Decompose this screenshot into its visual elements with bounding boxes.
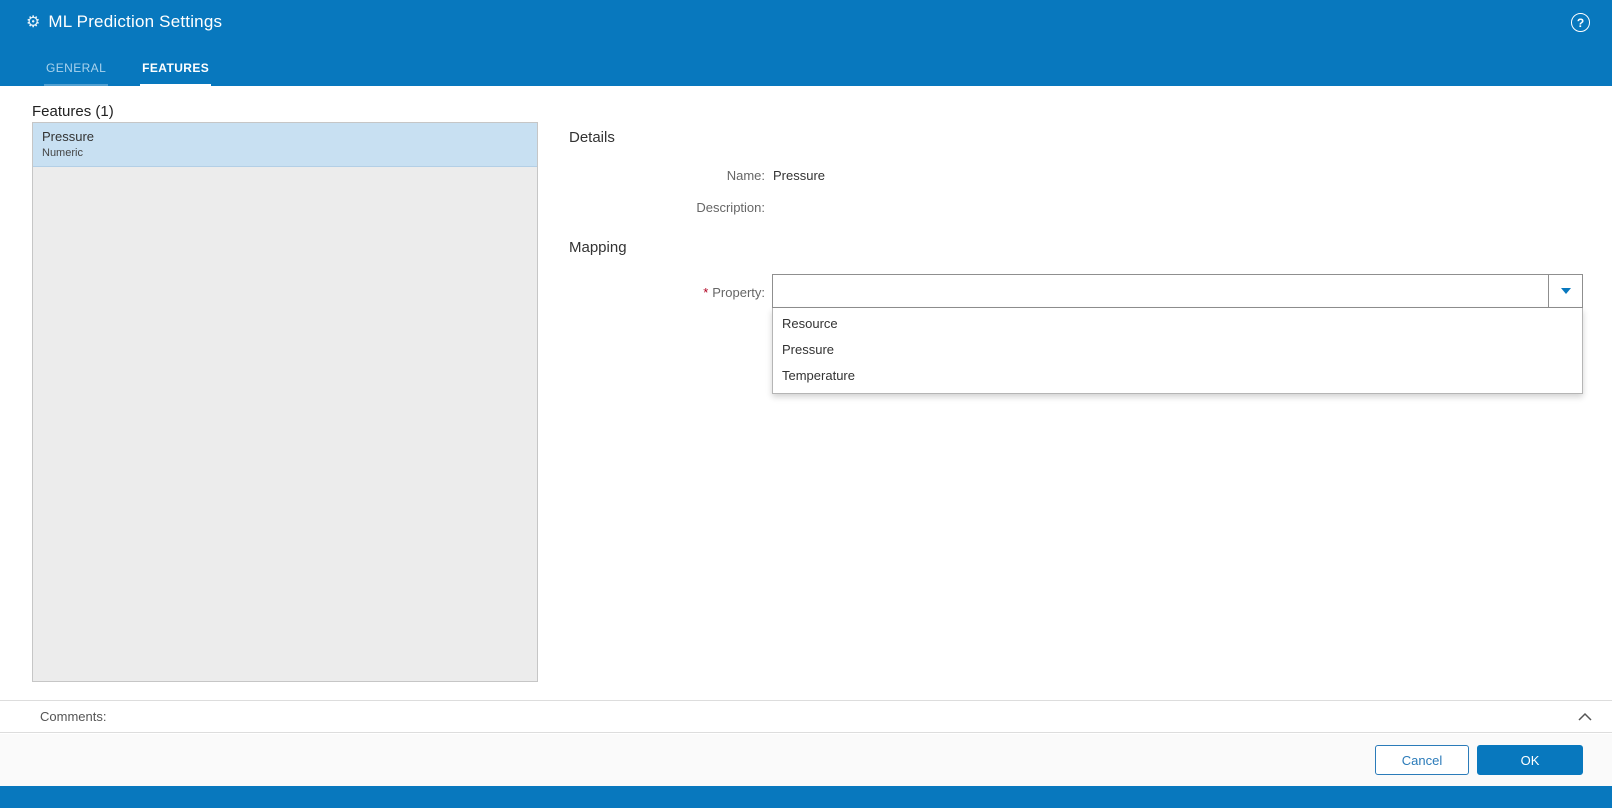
property-label-row: * Property: [556,285,765,300]
help-icon[interactable]: ? [1571,13,1590,32]
comments-bar: Comments: [0,700,1612,733]
dialog-title: ML Prediction Settings [48,12,223,31]
property-label: Property: [712,285,765,300]
ok-button[interactable]: OK [1477,745,1583,775]
feature-name: Pressure [42,129,95,144]
name-value: Pressure [773,168,826,183]
dropdown-option-resource[interactable]: Resource [773,311,1582,337]
mapping-section-heading: Mapping [569,239,627,256]
chevron-down-icon [1560,288,1571,294]
list-item[interactable]: Pressure Numeric [33,123,537,167]
feature-type: Numeric [42,147,83,159]
property-dropdown-list[interactable]: Resource Pressure Temperature [772,308,1583,394]
dialog-footer: Cancel OK [0,734,1612,786]
description-label: Description: [696,200,765,215]
features-list[interactable]: Pressure Numeric [32,122,538,682]
comments-collapse-button[interactable] [1578,712,1592,721]
tab-features[interactable]: FEATURES [140,53,212,86]
property-combobox[interactable] [772,274,1583,308]
bottom-accent-strip [0,786,1612,808]
property-combobox-toggle[interactable] [1548,275,1582,307]
comments-label: Comments: [40,709,107,724]
dialog-header: ⚙ ML Prediction Settings ? GENERAL FEATU… [0,0,1612,86]
features-list-title: Features (1) [32,103,114,120]
dropdown-option-temperature[interactable]: Temperature [773,363,1582,389]
cancel-button[interactable]: Cancel [1375,745,1469,775]
tab-bar: GENERAL FEATURES [44,53,212,86]
chevron-up-icon [1578,712,1592,721]
settings-gear-icon: ⚙ [26,14,41,31]
header-title-row: ⚙ ML Prediction Settings [26,12,222,32]
dropdown-option-pressure[interactable]: Pressure [773,337,1582,363]
help-icon-glyph: ? [1576,15,1585,30]
required-indicator: * [703,285,709,300]
property-combobox-value[interactable] [773,275,1548,307]
details-section-heading: Details [569,129,615,146]
tab-general[interactable]: GENERAL [44,53,109,86]
name-label: Name: [726,168,765,183]
